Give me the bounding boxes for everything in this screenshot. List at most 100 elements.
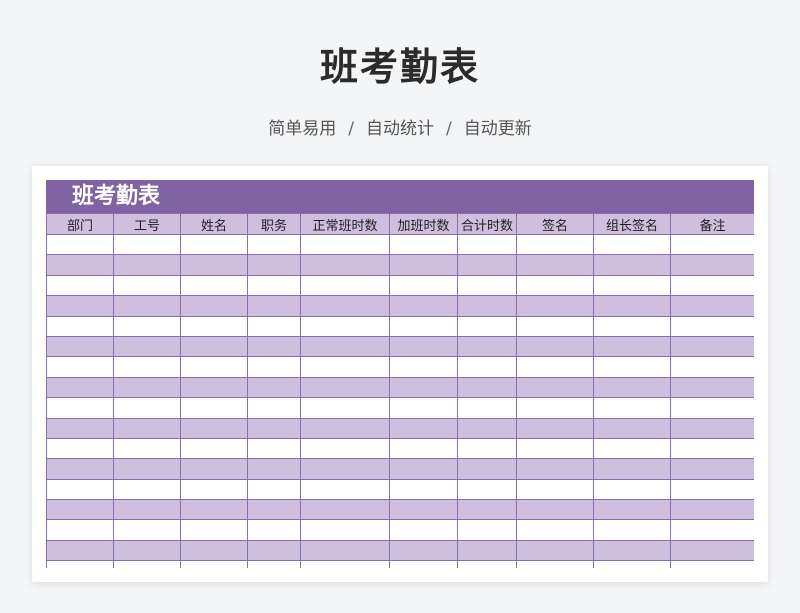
table-cell[interactable] — [670, 478, 754, 501]
column-header-position[interactable]: 职务 — [247, 213, 301, 235]
table-cell[interactable] — [389, 356, 458, 378]
table-cell[interactable] — [180, 539, 248, 562]
table-cell[interactable] — [516, 315, 594, 337]
table-cell[interactable] — [46, 437, 114, 460]
table-cell[interactable] — [516, 233, 594, 256]
table-cell[interactable] — [389, 560, 458, 568]
table-cell[interactable] — [457, 458, 517, 480]
table-cell[interactable] — [247, 254, 301, 276]
table-cell[interactable] — [46, 560, 114, 568]
table-cell[interactable] — [389, 233, 458, 256]
table-cell[interactable] — [593, 519, 671, 541]
table-cell[interactable] — [516, 397, 594, 419]
table-cell[interactable] — [670, 437, 754, 460]
table-cell[interactable] — [593, 254, 671, 276]
table-cell[interactable] — [670, 233, 754, 256]
table-cell[interactable] — [46, 376, 114, 399]
table-cell[interactable] — [113, 437, 181, 460]
table-cell[interactable] — [457, 539, 517, 562]
table-cell[interactable] — [46, 315, 114, 337]
table-cell[interactable] — [516, 519, 594, 541]
table-cell[interactable] — [516, 335, 594, 358]
table-cell[interactable] — [670, 254, 754, 276]
table-cell[interactable] — [389, 315, 458, 337]
table-cell[interactable] — [247, 519, 301, 541]
table-cell[interactable] — [180, 315, 248, 337]
table-cell[interactable] — [457, 315, 517, 337]
table-cell[interactable] — [247, 437, 301, 460]
column-header-total-hours[interactable]: 合计时数 — [457, 213, 517, 235]
table-cell[interactable] — [389, 458, 458, 480]
table-cell[interactable] — [113, 458, 181, 480]
table-cell[interactable] — [46, 356, 114, 378]
table-cell[interactable] — [180, 335, 248, 358]
column-header-leader-signature[interactable]: 组长签名 — [593, 213, 671, 235]
table-cell[interactable] — [113, 356, 181, 378]
table-cell[interactable] — [247, 397, 301, 419]
table-cell[interactable] — [389, 274, 458, 297]
table-cell[interactable] — [300, 356, 390, 378]
table-cell[interactable] — [113, 499, 181, 521]
table-cell[interactable] — [46, 335, 114, 358]
table-cell[interactable] — [247, 417, 301, 439]
table-cell[interactable] — [389, 478, 458, 501]
table-cell[interactable] — [593, 458, 671, 480]
table-cell[interactable] — [516, 478, 594, 501]
table-cell[interactable] — [113, 315, 181, 337]
table-cell[interactable] — [593, 560, 671, 568]
table-cell[interactable] — [593, 315, 671, 337]
column-header-regular-hours[interactable]: 正常班时数 — [300, 213, 390, 235]
table-cell[interactable] — [516, 376, 594, 399]
table-cell[interactable] — [593, 295, 671, 317]
table-cell[interactable] — [593, 499, 671, 521]
table-cell[interactable] — [180, 356, 248, 378]
table-cell[interactable] — [113, 254, 181, 276]
table-cell[interactable] — [670, 397, 754, 419]
table-cell[interactable] — [670, 499, 754, 521]
table-cell[interactable] — [593, 437, 671, 460]
table-cell[interactable] — [516, 254, 594, 276]
table-cell[interactable] — [300, 499, 390, 521]
table-cell[interactable] — [180, 376, 248, 399]
table-cell[interactable] — [670, 539, 754, 562]
table-cell[interactable] — [389, 295, 458, 317]
table-cell[interactable] — [300, 458, 390, 480]
table-cell[interactable] — [516, 274, 594, 297]
table-cell[interactable] — [247, 233, 301, 256]
table-cell[interactable] — [457, 417, 517, 439]
table-cell[interactable] — [457, 295, 517, 317]
table-cell[interactable] — [300, 233, 390, 256]
table-cell[interactable] — [670, 519, 754, 541]
table-cell[interactable] — [247, 274, 301, 297]
table-cell[interactable] — [46, 519, 114, 541]
table-cell[interactable] — [300, 560, 390, 568]
table-cell[interactable] — [300, 519, 390, 541]
table-cell[interactable] — [300, 397, 390, 419]
table-cell[interactable] — [247, 376, 301, 399]
column-header-signature[interactable]: 签名 — [516, 213, 594, 235]
table-cell[interactable] — [46, 539, 114, 562]
table-cell[interactable] — [247, 458, 301, 480]
table-cell[interactable] — [457, 254, 517, 276]
table-cell[interactable] — [113, 417, 181, 439]
table-cell[interactable] — [46, 254, 114, 276]
table-cell[interactable] — [516, 295, 594, 317]
table-cell[interactable] — [247, 335, 301, 358]
table-cell[interactable] — [389, 519, 458, 541]
table-cell[interactable] — [180, 437, 248, 460]
table-cell[interactable] — [457, 335, 517, 358]
table-cell[interactable] — [46, 397, 114, 419]
table-cell[interactable] — [113, 397, 181, 419]
table-cell[interactable] — [457, 274, 517, 297]
table-cell[interactable] — [247, 356, 301, 378]
table-cell[interactable] — [180, 458, 248, 480]
column-header-name[interactable]: 姓名 — [180, 213, 248, 235]
table-cell[interactable] — [46, 274, 114, 297]
table-cell[interactable] — [300, 539, 390, 562]
table-cell[interactable] — [300, 254, 390, 276]
table-cell[interactable] — [46, 499, 114, 521]
table-cell[interactable] — [670, 417, 754, 439]
table-cell[interactable] — [593, 233, 671, 256]
table-cell[interactable] — [300, 295, 390, 317]
table-cell[interactable] — [457, 233, 517, 256]
